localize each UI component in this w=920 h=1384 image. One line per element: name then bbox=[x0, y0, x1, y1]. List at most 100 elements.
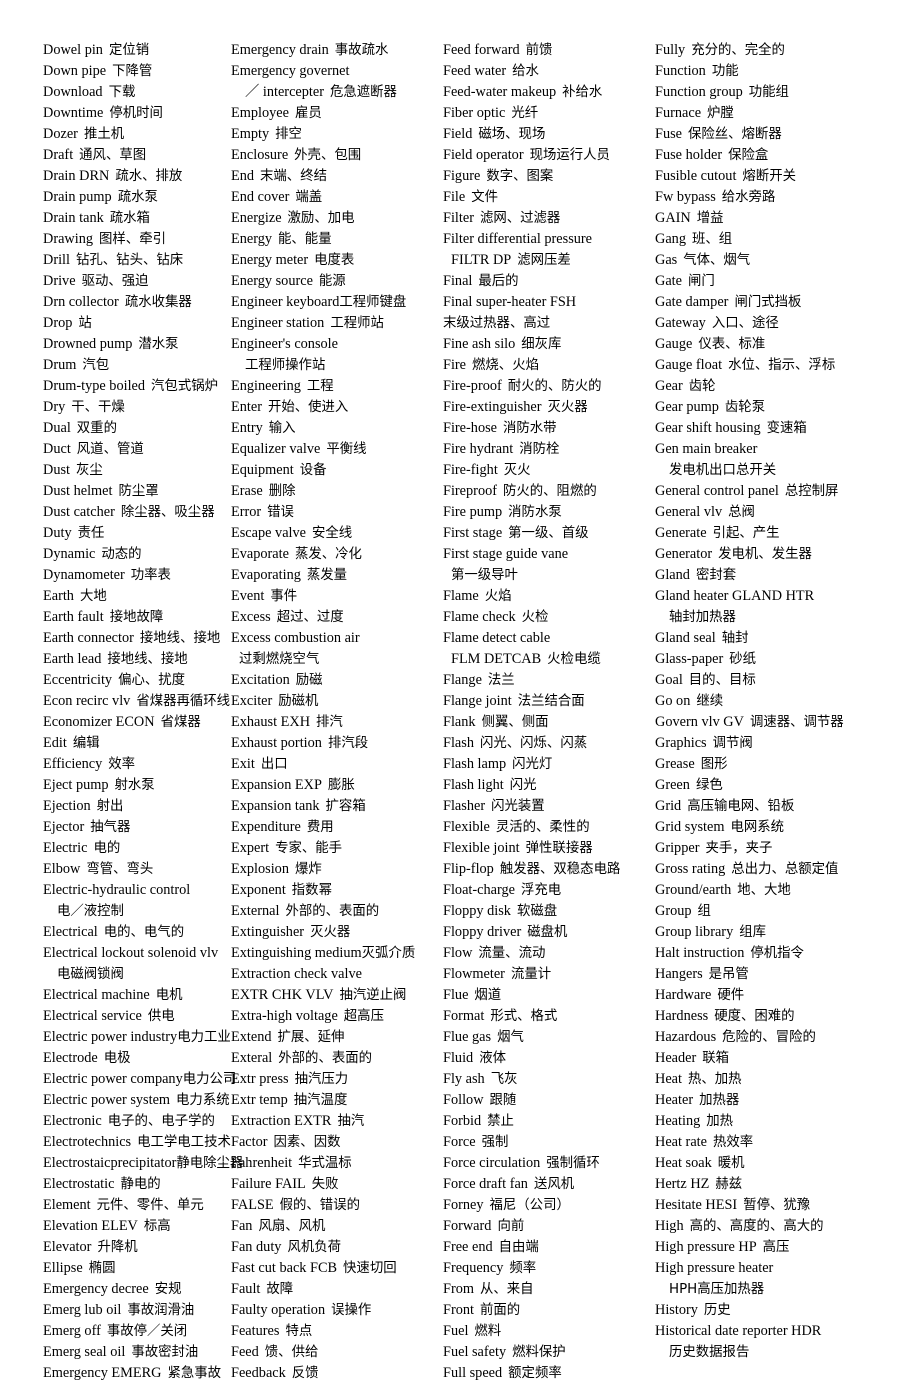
entry-gloss: 送风机 bbox=[533, 1177, 575, 1192]
glossary-entry: Full speed 额定频率 bbox=[443, 1363, 651, 1384]
entry-term: Electrical service bbox=[43, 1008, 142, 1024]
glossary-entry: HPH高压加热器 bbox=[655, 1279, 920, 1300]
entry-gloss: 安规 bbox=[154, 1282, 182, 1297]
entry-gloss: 汽包式锅炉 bbox=[151, 379, 218, 394]
entry-gloss: 疏水收集器 bbox=[124, 295, 192, 310]
entry-term: Empty bbox=[231, 126, 270, 142]
entry-term: Fuel bbox=[443, 1323, 469, 1339]
glossary-entry: Expert 专家、能手 bbox=[231, 838, 439, 859]
glossary-entry: 电／液控制 bbox=[43, 901, 226, 922]
glossary-entry: Expansion tank 扩容箱 bbox=[231, 796, 439, 817]
glossary-entry: Erase 删除 bbox=[231, 481, 439, 502]
entry-term: General vlv bbox=[655, 504, 723, 520]
entry-term: Drum-type boiled bbox=[43, 378, 146, 394]
glossary-entry: Group 组 bbox=[655, 901, 920, 922]
entry-gloss: 组 bbox=[697, 904, 711, 919]
entry-term: Green bbox=[655, 777, 690, 793]
entry-term: Flange bbox=[443, 672, 482, 688]
entry-term: Feed water bbox=[443, 63, 507, 79]
entry-gloss: 联箱 bbox=[702, 1051, 730, 1066]
entry-term: Elevator bbox=[43, 1239, 92, 1255]
entry-gloss: 工程师站 bbox=[330, 316, 384, 331]
entry-term: Fiber optic bbox=[443, 105, 506, 121]
entry-gloss: 赫兹 bbox=[715, 1177, 743, 1192]
glossary-entry: Generate 引起、产生 bbox=[655, 523, 920, 544]
entry-term: Forbid bbox=[443, 1113, 482, 1129]
glossary-entry: Fan 风扇、风机 bbox=[231, 1216, 439, 1237]
entry-term: Hardware bbox=[655, 987, 712, 1003]
entry-gloss: 蒸发量 bbox=[306, 568, 348, 583]
entry-gloss: 烟道 bbox=[474, 988, 502, 1003]
entry-term: Hesitate HESI bbox=[655, 1197, 738, 1213]
entry-term: Flexible joint bbox=[443, 840, 520, 856]
entry-term: Grease bbox=[655, 756, 695, 772]
glossary-entry: Hardness 硬度、困难的 bbox=[655, 1006, 920, 1027]
entry-term: Goal bbox=[655, 672, 683, 688]
glossary-entry: Drn collector 疏水收集器 bbox=[43, 292, 226, 313]
glossary-entry: Fire pump 消防水泵 bbox=[443, 502, 651, 523]
glossary-entry: Gauge float 水位、指示、浮标 bbox=[655, 355, 920, 376]
entry-term: Excess bbox=[231, 609, 271, 625]
glossary-entry: Ejector 抽气器 bbox=[43, 817, 226, 838]
glossary-entry: Fuel 燃料 bbox=[443, 1321, 651, 1342]
entry-term: Go on bbox=[655, 693, 691, 709]
glossary-entry: Escape valve 安全线 bbox=[231, 523, 439, 544]
entry-gloss: 密封套 bbox=[695, 568, 737, 583]
glossary-entry: Fluid 液体 bbox=[443, 1048, 651, 1069]
entry-term: Flexible bbox=[443, 819, 490, 835]
entry-term: Hazardous bbox=[655, 1029, 717, 1045]
glossary-entry: Dowel pin 定位销 bbox=[43, 40, 226, 61]
glossary-entry: Floppy disk 软磁盘 bbox=[443, 901, 651, 922]
entry-gloss: 数字、图案 bbox=[486, 169, 554, 184]
entry-term: Glass-paper bbox=[655, 651, 724, 667]
entry-term: Energize bbox=[231, 210, 282, 226]
entry-gloss: 火检 bbox=[521, 610, 549, 625]
entry-term: External bbox=[231, 903, 280, 919]
entry-term: Fire pump bbox=[443, 504, 503, 520]
entry-gloss: 末端、终结 bbox=[260, 169, 327, 184]
entry-gloss: 工程师键盘 bbox=[339, 295, 407, 310]
glossary-entry: Extra-high voltage 超高压 bbox=[231, 1006, 439, 1027]
entry-gloss: 灵活的、柔性的 bbox=[495, 820, 590, 835]
entry-term: Emerg off bbox=[43, 1323, 101, 1339]
entry-gloss: 通风、草图 bbox=[79, 148, 147, 163]
entry-term: Drill bbox=[43, 252, 71, 268]
entry-gloss: 励磁 bbox=[295, 673, 323, 688]
entry-gloss: 流量计 bbox=[510, 967, 552, 982]
entry-term: Eject pump bbox=[43, 777, 109, 793]
entry-term: Extr press bbox=[231, 1071, 289, 1087]
entry-term: Floppy disk bbox=[443, 903, 511, 919]
entry-gloss: 蒸发、冷化 bbox=[294, 547, 362, 562]
entry-term: Generate bbox=[655, 525, 707, 541]
entry-gloss: 地、大地 bbox=[737, 883, 791, 898]
entry-term: Failure FAIL bbox=[231, 1176, 306, 1192]
entry-gloss: 开始、使进入 bbox=[267, 400, 349, 415]
entry-gloss: 接地线、接地 bbox=[139, 631, 221, 646]
entry-term: Econ recirc vlv bbox=[43, 693, 131, 709]
entry-gloss: 扩容箱 bbox=[325, 799, 366, 814]
entry-term: Fault bbox=[231, 1281, 261, 1297]
entry-gloss: 闪光、闪烁、闪蒸 bbox=[479, 736, 588, 751]
entry-gloss: 绿色 bbox=[695, 778, 723, 793]
glossary-entry: Expenditure 费用 bbox=[231, 817, 439, 838]
glossary-entry: Gripper 夹手，夹子 bbox=[655, 838, 920, 859]
entry-gloss: 闸门式挡板 bbox=[734, 295, 802, 310]
glossary-entry: ／ intercepter 危急遮断器 bbox=[231, 82, 439, 103]
entry-term: Electrotechnics bbox=[43, 1134, 132, 1150]
entry-term: Forney bbox=[443, 1197, 484, 1213]
entry-gloss: 升降机 bbox=[97, 1240, 138, 1255]
entry-gloss: 形式、格式 bbox=[490, 1009, 558, 1024]
entry-term: Faulty operation bbox=[231, 1302, 326, 1318]
entry-term: Explosion bbox=[231, 861, 289, 877]
glossary-entry: Frequency 频率 bbox=[443, 1258, 651, 1279]
entry-term: Energy source bbox=[231, 273, 313, 289]
glossary-entry: Extr temp 抽汽温度 bbox=[231, 1090, 439, 1111]
glossary-entry: Front 前面的 bbox=[443, 1300, 651, 1321]
entry-gloss: 错误 bbox=[267, 505, 294, 520]
entry-gloss: 灭弧介质 bbox=[361, 946, 416, 961]
entry-gloss: 钻孔、钻头、钻床 bbox=[76, 253, 184, 268]
glossary-entry: Drain tank 疏水箱 bbox=[43, 208, 226, 229]
entry-gloss: 调节阀 bbox=[712, 736, 753, 751]
entry-gloss: 外壳、包围 bbox=[294, 148, 362, 163]
glossary-entry: Flame 火焰 bbox=[443, 586, 651, 607]
